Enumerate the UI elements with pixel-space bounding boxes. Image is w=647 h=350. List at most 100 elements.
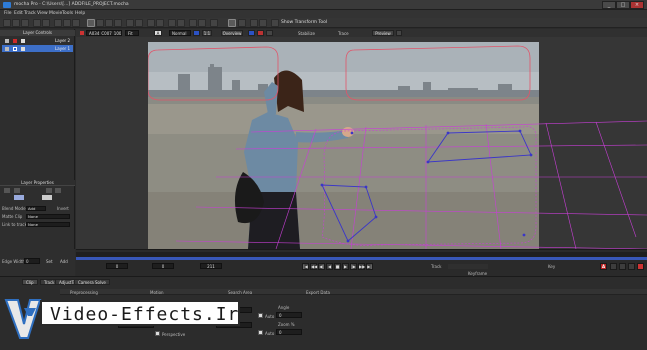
rect-tool-icon[interactable] — [147, 19, 155, 27]
menu-file[interactable]: File — [4, 11, 12, 16]
add-point-icon[interactable] — [168, 19, 176, 27]
link-icon[interactable] — [63, 19, 71, 27]
key-icon[interactable] — [46, 188, 52, 193]
timeline-range-bar[interactable] — [76, 257, 647, 260]
save-project-icon[interactable] — [21, 19, 29, 27]
spline-color-swatch[interactable] — [42, 195, 52, 200]
mask-view-icon[interactable] — [193, 30, 200, 36]
layer-color-swatch[interactable] — [13, 47, 17, 51]
layer-color-swatch[interactable] — [13, 39, 17, 43]
layer-row[interactable]: Layer 2 — [2, 37, 73, 44]
step-back-button[interactable]: ◀| — [318, 263, 325, 270]
close-button[interactable]: × — [630, 1, 644, 9]
layer-view-icon[interactable] — [266, 30, 273, 36]
set-edge-button[interactable]: Set — [46, 259, 53, 264]
maximize-button[interactable]: □ — [616, 1, 630, 9]
add-edge-button[interactable]: Add — [60, 259, 68, 264]
stabilize-label[interactable]: Stabilize — [298, 31, 315, 36]
track-buttons[interactable] — [448, 264, 488, 269]
record-icon[interactable] — [80, 31, 84, 35]
pointer-tool-icon[interactable] — [87, 19, 95, 27]
trace-label[interactable]: Trace — [338, 31, 349, 36]
grid-view-icon[interactable] — [248, 30, 255, 36]
lock-icon[interactable] — [21, 47, 25, 51]
viewer-canvas[interactable] — [76, 37, 647, 249]
play-forward-button[interactable]: ▶ — [342, 263, 349, 270]
color-toggle-button[interactable]: A — [154, 30, 162, 36]
clip-select[interactable]: A034_C007_1002 — [86, 30, 122, 36]
in-point-field[interactable]: 0 — [106, 263, 128, 269]
menu-tools[interactable]: Tools — [62, 11, 73, 16]
rotate-tool-icon[interactable] — [189, 19, 197, 27]
xspline-tool-icon[interactable] — [126, 19, 134, 27]
corner-pin-icon[interactable] — [250, 19, 258, 27]
undo-icon[interactable] — [33, 19, 41, 27]
surface-tool-icon[interactable] — [228, 19, 236, 27]
zoom-tool-icon[interactable] — [114, 19, 122, 27]
eye-icon[interactable] — [5, 39, 9, 43]
layer-settings-icon[interactable] — [14, 188, 20, 193]
shear-tool-icon[interactable] — [210, 19, 218, 27]
step-forward-fast-button[interactable]: ▶▶ — [358, 263, 365, 270]
grid-tool-icon[interactable] — [238, 19, 246, 27]
menu-edit[interactable]: Edit — [14, 11, 23, 16]
lock-icon[interactable] — [21, 39, 25, 43]
out-point-field[interactable]: 211 — [200, 263, 222, 269]
eye-icon[interactable] — [5, 47, 9, 51]
tab-camera-solve[interactable]: Camera Solve — [74, 279, 110, 285]
stop-button[interactable]: ■ — [334, 263, 341, 270]
invert-label[interactable]: Invert — [57, 205, 69, 212]
bezier-tool-icon[interactable] — [135, 19, 143, 27]
menu-movie[interactable]: Movie — [49, 11, 62, 16]
angle-auto-checkbox[interactable] — [258, 313, 263, 318]
open-project-icon[interactable] — [12, 19, 20, 27]
delete-key-button[interactable] — [619, 263, 626, 270]
go-to-end-button[interactable]: ▶| — [366, 263, 373, 270]
angle-field[interactable]: 0 — [276, 312, 302, 318]
new-project-icon[interactable] — [3, 19, 11, 27]
go-to-start-button[interactable]: |◀ — [302, 263, 309, 270]
preview-options-icon[interactable] — [396, 30, 402, 36]
show-transform-tool-label[interactable]: Show Transform Tool — [281, 20, 327, 25]
redo-icon[interactable] — [42, 19, 50, 27]
surface-view-icon[interactable] — [257, 30, 264, 36]
minimize-button[interactable]: _ — [602, 1, 616, 9]
matte-color-swatch[interactable] — [14, 195, 24, 200]
step-back-fast-button[interactable]: ◀◀ — [310, 263, 317, 270]
move-point-icon[interactable] — [177, 19, 185, 27]
matte-clip-select[interactable]: None — [26, 214, 70, 219]
insert-clip-icon[interactable] — [4, 188, 10, 193]
record-key-button[interactable] — [637, 263, 644, 270]
menu-help[interactable]: Help — [75, 11, 85, 16]
preview-button[interactable]: Preview — [372, 30, 394, 36]
zoom-ratio-field[interactable]: 1:1 — [202, 30, 212, 36]
menu-track[interactable]: Track — [24, 11, 36, 16]
select-tool-icon[interactable] — [96, 19, 104, 27]
color-icon[interactable] — [55, 188, 61, 193]
next-key-button[interactable] — [628, 263, 635, 270]
layer-icon[interactable] — [54, 19, 62, 27]
scale-tool-icon[interactable] — [198, 19, 206, 27]
color-row — [2, 194, 73, 201]
zoom-field[interactable]: 0 — [276, 329, 302, 335]
transform-tool-icon[interactable] — [271, 19, 279, 27]
tab-clip[interactable]: Clip — [22, 279, 38, 285]
hand-tool-icon[interactable] — [105, 19, 113, 27]
zoom-icon[interactable] — [72, 19, 80, 27]
edge-width-field[interactable]: 0 — [24, 258, 40, 264]
blend-mode-select[interactable]: Add — [26, 206, 46, 211]
menu-view[interactable]: View — [37, 11, 48, 16]
auto-key-button[interactable]: A — [600, 263, 607, 270]
circle-tool-icon[interactable] — [156, 19, 164, 27]
current-frame-field[interactable]: 0 — [152, 263, 174, 269]
link-track-select[interactable]: None — [26, 222, 70, 227]
play-backward-button[interactable]: ◀ — [326, 263, 333, 270]
layer-row-selected[interactable]: Layer 1 — [2, 45, 73, 52]
align-icon[interactable] — [259, 19, 267, 27]
add-key-button[interactable] — [610, 263, 617, 270]
fit-select[interactable]: Fit — [125, 30, 139, 36]
overview-button[interactable]: Overview — [221, 30, 243, 36]
step-forward-button[interactable]: |▶ — [350, 263, 357, 270]
view-mode-select[interactable]: Normal — [169, 30, 191, 36]
zoom-auto-checkbox[interactable] — [258, 330, 263, 335]
